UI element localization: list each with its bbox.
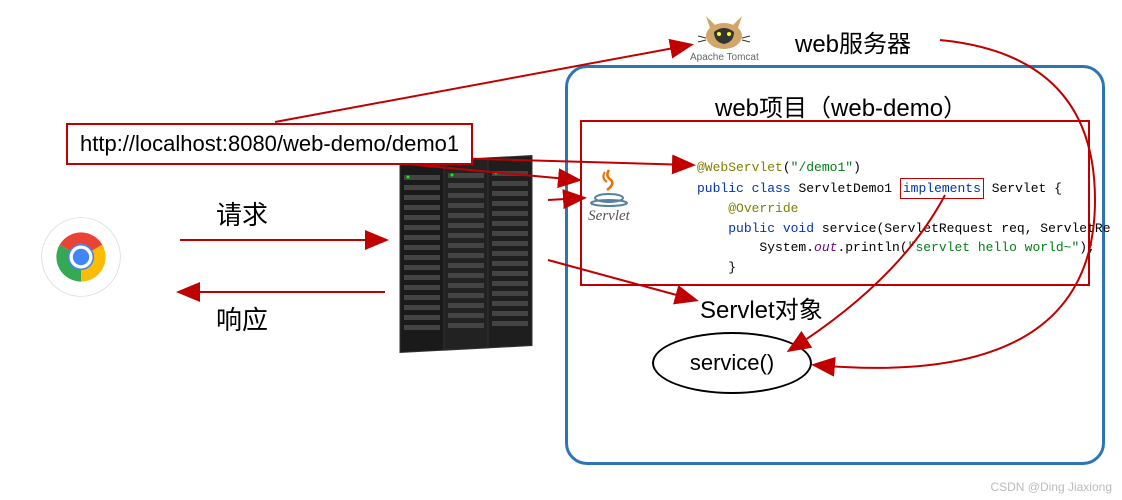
servlet-caption: Servlet	[585, 208, 633, 225]
webserver-label: web服务器	[795, 24, 911, 59]
code-out: out	[814, 240, 837, 255]
code-system: System.	[759, 240, 814, 255]
chrome-logo-icon	[40, 216, 122, 298]
implements-highlight-box: implements	[900, 178, 984, 200]
webproject-label: web项目（web-demo）	[715, 88, 967, 123]
code-override: @Override	[728, 201, 798, 216]
code-method-name: service	[822, 221, 877, 236]
code-string: "servlet hello world~"	[908, 240, 1080, 255]
url-text: http://localhost:8080/web-demo/demo1	[80, 131, 459, 156]
server-rack-icon	[390, 153, 550, 368]
service-label: service()	[690, 350, 774, 376]
code-classname: ServletDemo1	[798, 181, 892, 196]
code-kw: public class	[697, 181, 791, 196]
code-path-literal: "/demo1"	[791, 160, 853, 175]
java-cup-icon	[585, 168, 633, 208]
tomcat-cat-icon	[696, 14, 752, 52]
tomcat-caption: Apache Tomcat	[690, 52, 759, 63]
url-box: http://localhost:8080/web-demo/demo1	[66, 123, 473, 165]
code-annotation: @WebServlet	[697, 160, 783, 175]
code-brace: }	[728, 260, 736, 275]
request-label: 请求	[216, 195, 268, 232]
response-label: 响应	[216, 300, 268, 337]
watermark: CSDN @Ding Jiaxiong	[990, 480, 1112, 494]
code-println: .println(	[837, 240, 907, 255]
service-ellipse: service()	[652, 332, 812, 394]
code-kw: public void	[728, 221, 814, 236]
servlet-logo: Servlet	[585, 168, 633, 225]
servletobj-label: Servlet对象	[700, 290, 823, 325]
tomcat-logo: Apache Tomcat	[690, 14, 759, 63]
code-args: (ServletRequest req, ServletRe	[876, 221, 1110, 236]
code-servlet-type: Servlet {	[992, 181, 1062, 196]
code-block: @WebServlet("/demo1") public class Servl…	[697, 158, 1111, 277]
